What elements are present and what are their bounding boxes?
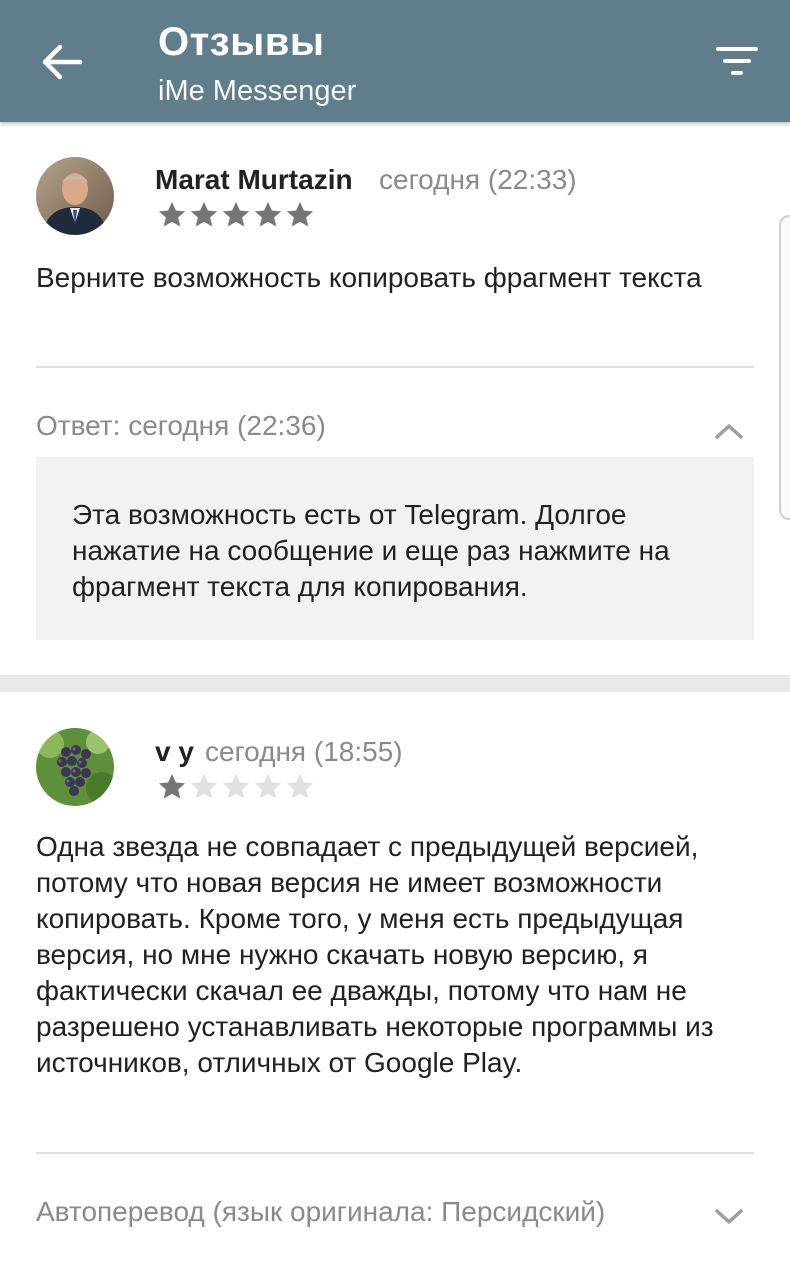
scrollbar-handle[interactable]	[779, 215, 790, 520]
page-title: Отзывы	[158, 20, 325, 64]
chevron-down-icon[interactable]	[712, 1204, 746, 1228]
review-author: v y	[155, 736, 194, 767]
star-empty-icon	[254, 773, 282, 799]
user-photo-icon	[36, 157, 114, 235]
app-bar: Отзывы iMe Messenger	[0, 0, 790, 122]
avatar	[36, 728, 114, 806]
chevron-up-icon[interactable]	[712, 419, 746, 443]
star-filled-icon	[286, 201, 314, 227]
reply-header[interactable]: Ответ: сегодня (22:36)	[36, 410, 326, 442]
review-text: Одна звезда не совпадает с предыдущей ве…	[36, 831, 714, 1078]
star-filled-icon	[222, 201, 250, 227]
review-date: сегодня (22:33)	[379, 164, 577, 195]
review-card: v y сегодня (18:55) Одна звезда не совпа…	[0, 692, 790, 1280]
star-filled-icon	[158, 773, 186, 799]
star-filled-icon	[254, 201, 282, 227]
divider	[36, 1152, 754, 1154]
star-empty-icon	[190, 773, 218, 799]
divider	[36, 366, 754, 368]
reply-text: Эта возможность есть от Telegram. Долгое…	[72, 499, 670, 602]
star-filled-icon	[158, 201, 186, 227]
filter-list-icon	[716, 47, 758, 75]
star-empty-icon	[286, 773, 314, 799]
review-date: сегодня (18:55)	[205, 736, 403, 767]
review-text: Верните возможность копировать фрагмент …	[36, 262, 702, 293]
back-button[interactable]	[36, 38, 86, 86]
star-filled-icon	[190, 201, 218, 227]
review-author: Marat Murtazin	[155, 164, 353, 195]
translation-toggle[interactable]: Автоперевод (язык оригинала: Персидский)	[36, 1196, 605, 1228]
avatar	[36, 157, 114, 235]
page-subtitle: iMe Messenger	[158, 75, 357, 107]
user-photo-icon	[36, 728, 114, 806]
star-rating	[157, 772, 315, 802]
star-empty-icon	[222, 773, 250, 799]
filter-button[interactable]	[712, 42, 762, 82]
developer-reply: Эта возможность есть от Telegram. Долгое…	[36, 457, 754, 640]
arrow-back-icon	[42, 44, 83, 80]
star-rating	[157, 200, 315, 230]
review-card: Marat Murtazin сегодня (22:33) Верните в…	[0, 122, 790, 675]
